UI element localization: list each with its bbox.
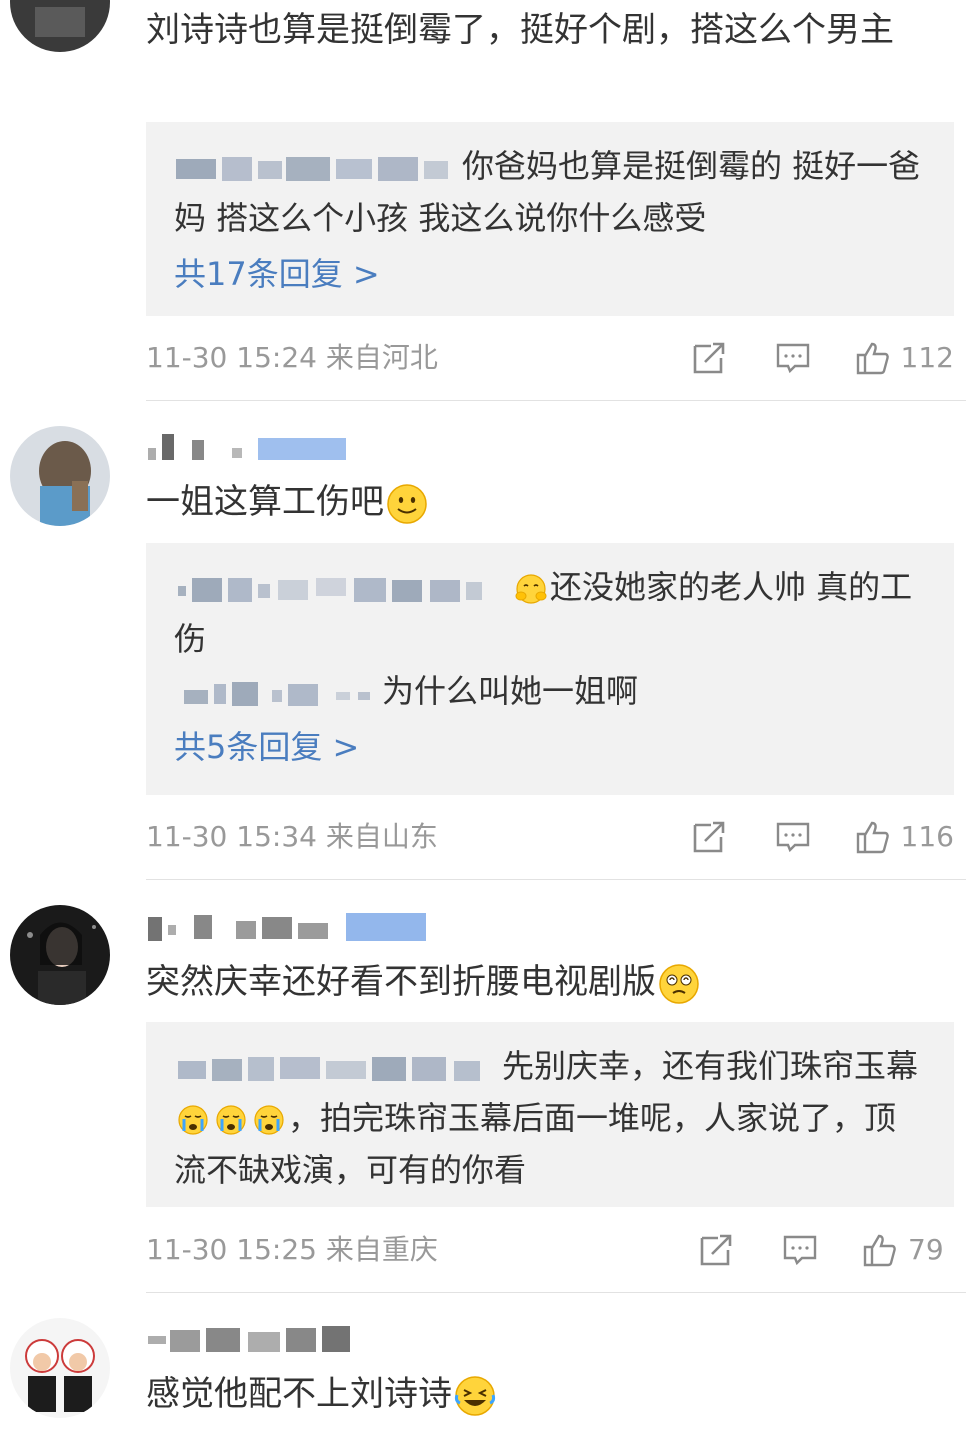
comment-icon[interactable] xyxy=(775,819,811,855)
like-icon[interactable] xyxy=(855,340,891,376)
comment-text: 一姐这算工伤吧 xyxy=(146,476,930,528)
laugh-crying-emoji-icon xyxy=(454,1375,496,1417)
divider xyxy=(146,879,966,880)
reply-box[interactable]: 还没她家的老人帅 真的工伤 为什么叫她一姐啊 共5条回复 > xyxy=(146,543,954,795)
username-blurred[interactable] xyxy=(146,432,356,462)
like-icon[interactable] xyxy=(855,819,891,855)
like-count: 116 xyxy=(900,820,954,853)
divider xyxy=(146,1292,966,1293)
reply-item[interactable]: 还没她家的老人帅 真的工伤 xyxy=(174,561,926,665)
reply-username-blurred[interactable] xyxy=(174,1053,494,1083)
dizzy-emoji-icon xyxy=(658,963,700,1005)
reply-box[interactable]: 你爸妈也算是挺倒霉的 挺好一爸妈 搭这么个小孩 我这么说你什么感受 共17条回复… xyxy=(146,122,954,316)
repost-icon[interactable] xyxy=(698,1232,734,1268)
comment-text: 刘诗诗也算是挺倒霉了，挺好个剧，搭这么个男主 xyxy=(146,10,894,50)
reply-item[interactable]: 先别庆幸，还有我们珠帘玉幕 ，拍完珠帘玉幕后面一堆呢，人家说了，顶流不缺戏演，可有… xyxy=(174,1040,926,1196)
comment-text: 突然庆幸还好看不到折腰电视剧版 xyxy=(146,956,930,1008)
hug-emoji-icon xyxy=(514,572,548,606)
reply-text: 为什么叫她一姐啊 xyxy=(382,672,639,710)
timestamp: 11-30 15:24 来自河北 xyxy=(146,341,438,374)
comment-text: 感觉他配不上刘诗诗 xyxy=(146,1368,930,1420)
reply-username-blurred[interactable] xyxy=(174,678,374,708)
avatar[interactable] xyxy=(10,1318,110,1418)
reply-count-link[interactable]: 共17条回复 > xyxy=(174,248,926,300)
avatar[interactable] xyxy=(10,905,110,1005)
like-count: 112 xyxy=(900,341,954,374)
crying-emoji-icon xyxy=(214,1103,248,1137)
comment-meta: 11-30 15:34 来自山东 116 xyxy=(146,817,954,857)
reply-username-blurred[interactable] xyxy=(174,574,504,604)
reply-username-blurred[interactable] xyxy=(174,153,454,183)
avatar[interactable] xyxy=(10,0,110,52)
divider xyxy=(146,400,966,401)
reply-item[interactable]: 为什么叫她一姐啊 xyxy=(174,665,926,717)
username-blurred[interactable] xyxy=(146,1324,356,1354)
smile-emoji-icon xyxy=(386,483,428,525)
avatar[interactable] xyxy=(10,426,110,526)
reply-box[interactable]: 先别庆幸，还有我们珠帘玉幕 ，拍完珠帘玉幕后面一堆呢，人家说了，顶流不缺戏演，可有… xyxy=(146,1022,954,1207)
comment-icon[interactable] xyxy=(775,340,811,376)
timestamp: 11-30 15:25 来自重庆 xyxy=(146,1233,438,1266)
comment-icon[interactable] xyxy=(782,1232,818,1268)
reply-count-link[interactable]: 共5条回复 > xyxy=(174,721,926,773)
comment-meta: 11-30 15:24 来自河北 112 xyxy=(146,338,954,378)
like-count: 79 xyxy=(908,1233,944,1266)
username-blurred[interactable] xyxy=(146,911,436,941)
crying-emoji-icon xyxy=(252,1103,286,1137)
repost-icon[interactable] xyxy=(691,340,727,376)
reply-item[interactable]: 你爸妈也算是挺倒霉的 挺好一爸妈 搭这么个小孩 我这么说你什么感受 xyxy=(174,140,926,244)
repost-icon[interactable] xyxy=(691,819,727,855)
crying-emoji-icon xyxy=(176,1103,210,1137)
like-icon[interactable] xyxy=(862,1232,898,1268)
timestamp: 11-30 15:34 来自山东 xyxy=(146,820,438,853)
reply-text: 先别庆幸，还有我们珠帘玉幕 xyxy=(502,1047,919,1085)
comment-meta: 11-30 15:25 来自重庆 79 xyxy=(146,1230,954,1270)
